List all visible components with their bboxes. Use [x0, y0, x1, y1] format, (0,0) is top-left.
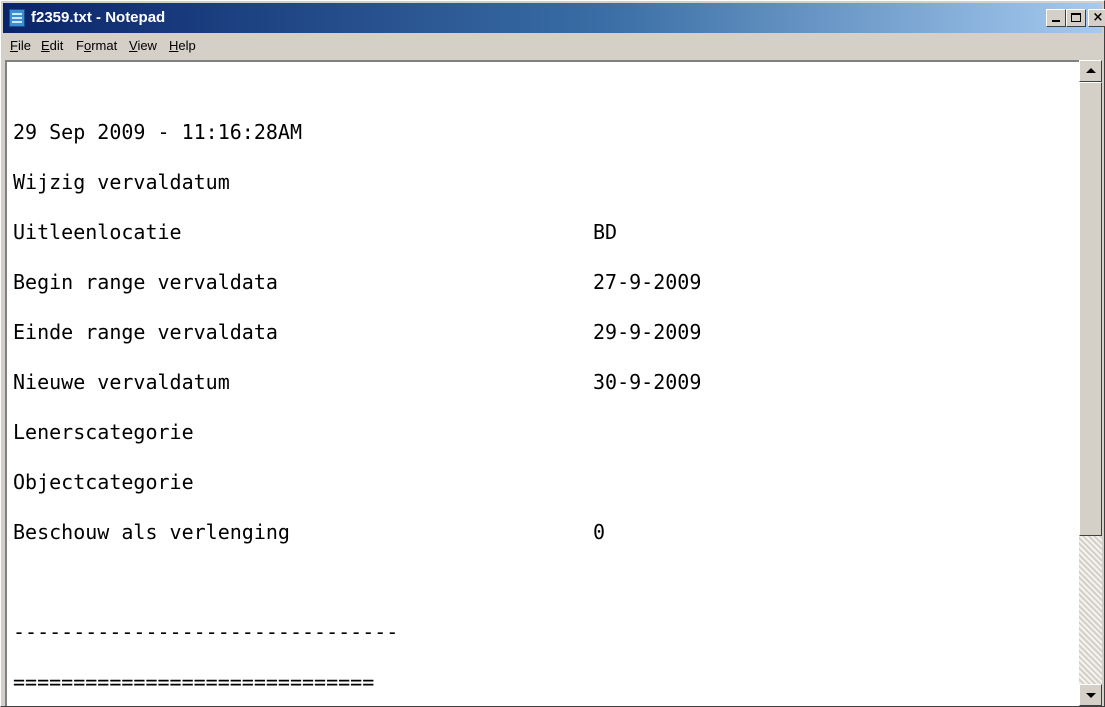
menu-edit-hotkey: E: [41, 38, 50, 53]
doc-line-value: 0: [593, 520, 606, 544]
scroll-thumb[interactable]: [1079, 82, 1102, 536]
doc-separator-dashes: --------------------------------: [13, 620, 399, 644]
vertical-scrollbar[interactable]: [1079, 60, 1102, 706]
menu-file-label: ile: [17, 38, 31, 53]
menu-format-label: rmat: [91, 38, 118, 53]
menu-format-pre: F: [76, 38, 84, 53]
notepad-icon[interactable]: [9, 9, 25, 27]
maximize-button[interactable]: [1066, 9, 1086, 27]
doc-line-label: Wijzig vervaldatum: [13, 170, 230, 194]
menu-help-label: elp: [178, 38, 196, 53]
menu-edit[interactable]: Edit: [41, 38, 63, 53]
scroll-down-button[interactable]: [1079, 684, 1102, 706]
maximize-icon: [1071, 13, 1081, 22]
menu-view[interactable]: View: [129, 38, 157, 53]
menu-help[interactable]: Help: [169, 38, 196, 53]
close-icon: ×: [1092, 10, 1104, 25]
arrow-down-icon: [1086, 693, 1096, 698]
doc-line-label: Nieuwe vervaldatum: [13, 370, 230, 394]
doc-line-value: 30-9-2009: [593, 370, 702, 394]
menu-bar: File Edit Format View Help: [3, 34, 1102, 58]
doc-line-label: Einde range vervaldata: [13, 320, 278, 344]
doc-line-label: 29 Sep 2009 - 11:16:28AM: [13, 120, 302, 144]
menu-format[interactable]: Format: [76, 38, 117, 53]
close-button[interactable]: ×: [1088, 9, 1105, 27]
text-editor[interactable]: 29 Sep 2009 - 11:16:28AM Wijzig vervalda…: [5, 60, 1079, 706]
doc-line-value: 29-9-2009: [593, 320, 702, 344]
minimize-icon: [1052, 20, 1060, 22]
menu-file[interactable]: File: [10, 38, 31, 53]
doc-line-label: Begin range vervaldata: [13, 270, 278, 294]
scroll-up-button[interactable]: [1079, 60, 1102, 82]
notepad-window: f2359.txt - Notepad × File Edit Format V…: [0, 0, 1105, 707]
minimize-button[interactable]: [1046, 9, 1066, 27]
doc-line-label: Lenerscategorie: [13, 420, 194, 444]
menu-edit-label: dit: [49, 38, 64, 53]
title-bar[interactable]: f2359.txt - Notepad ×: [3, 3, 1105, 33]
doc-line-value: 27-9-2009: [593, 270, 702, 294]
menu-view-label: iew: [137, 38, 157, 53]
doc-line-label: Beschouw als verlenging: [13, 520, 290, 544]
doc-line-value: BD: [593, 220, 618, 244]
menu-help-hotkey: H: [169, 38, 179, 53]
doc-separator-equals: ==============================: [13, 670, 375, 694]
menu-file-hotkey: F: [10, 38, 18, 53]
doc-line-label: Objectcategorie: [13, 470, 194, 494]
arrow-up-icon: [1086, 68, 1096, 73]
window-title: f2359.txt - Notepad: [31, 9, 166, 26]
doc-line-label: Uitleenlocatie: [13, 220, 182, 244]
